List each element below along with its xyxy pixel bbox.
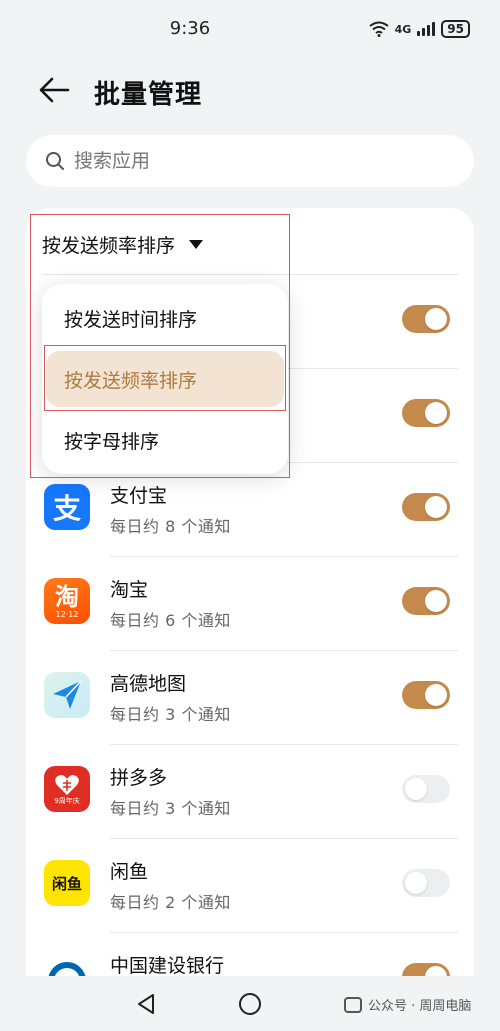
notification-toggle[interactable] [402,775,450,803]
nav-home-circle-icon[interactable] [239,993,261,1015]
notification-toggle[interactable] [402,305,450,333]
app-row-xianyu[interactable]: 闲鱼 闲鱼 每日约 2 个通知 [26,839,474,933]
alipay-icon: 支 [44,484,90,530]
app-name: 闲鱼 [110,861,149,883]
search-icon [46,152,64,170]
status-icons: 4G 95 [368,20,470,38]
notification-toggle[interactable] [402,587,450,615]
amap-icon [44,672,90,718]
pinduoduo-icon: 9周年庆 [44,766,90,812]
toggle-knob [425,402,447,424]
app-row-pinduoduo[interactable]: 9周年庆 拼多多 每日约 3 个通知 [26,745,474,839]
wechat-official-icon [344,996,362,1013]
watermark: 公众号 · 周周电脑 [344,995,471,1014]
toggle-knob [425,684,447,706]
battery-icon: 95 [441,20,470,38]
wifi-icon [368,21,389,37]
notification-toggle[interactable] [402,493,450,521]
sort-option-time[interactable]: 按发送时间排序 [46,290,284,346]
app-name: 拼多多 [110,767,168,789]
search-input[interactable] [74,150,434,172]
notification-toggle[interactable] [402,681,450,709]
arrow-left-icon [39,77,70,103]
sort-label: 按发送频率排序 [42,234,176,257]
heart-icon [55,775,79,795]
header: 批量管理 [0,64,500,116]
back-button[interactable] [38,72,78,108]
app-row-amap[interactable]: 高德地图 每日约 3 个通知 [26,651,474,745]
app-name: 淘宝 [110,579,149,601]
notification-toggle[interactable] [402,869,450,897]
toggle-knob [425,496,447,518]
app-notification-count: 每日约 2 个通知 [110,893,231,912]
battery-level: 95 [447,22,464,36]
sort-option-alphabet[interactable]: 按字母排序 [46,412,284,468]
nav-bar: 公众号 · 周周电脑 [0,976,500,1031]
taobao-icon: 淘 12·12 [44,578,90,624]
xianyu-icon: 闲鱼 [44,860,90,906]
app-notification-count: 每日约 8 个通知 [110,517,231,536]
search-box[interactable] [26,135,474,187]
notification-toggle[interactable] [402,399,450,427]
signal-icon [417,22,436,36]
sort-selector[interactable]: 按发送频率排序 [42,226,204,262]
toggle-knob [425,590,447,612]
network-type-label: 4G [394,22,412,36]
app-name: 中国建设银行 [110,955,225,977]
app-notification-count: 每日约 3 个通知 [110,799,231,818]
app-row-taobao[interactable]: 淘 12·12 淘宝 每日约 6 个通知 [26,557,474,651]
watermark-text: 公众号 · 周周电脑 [368,999,472,1014]
caret-down-icon [189,239,204,249]
app-name: 支付宝 [110,485,168,507]
paper-plane-icon [53,680,82,709]
toggle-knob [405,872,427,894]
app-notification-count: 每日约 3 个通知 [110,705,231,724]
nav-back-triangle-icon[interactable] [134,992,158,1016]
sort-dropdown-menu: 按发送时间排序 按发送频率排序 按字母排序 [42,284,288,474]
status-time: 9:36 [169,18,211,39]
app-notification-count: 每日约 6 个通知 [110,611,231,630]
sort-option-frequency[interactable]: 按发送频率排序 [46,351,284,407]
toggle-knob [425,308,447,330]
app-name: 高德地图 [110,673,187,695]
toggle-knob [405,778,427,800]
app-row-alipay[interactable]: 支 支付宝 每日约 8 个通知 [26,463,474,557]
page-title: 批量管理 [94,80,203,110]
status-bar: 9:36 4G 95 [0,0,500,58]
